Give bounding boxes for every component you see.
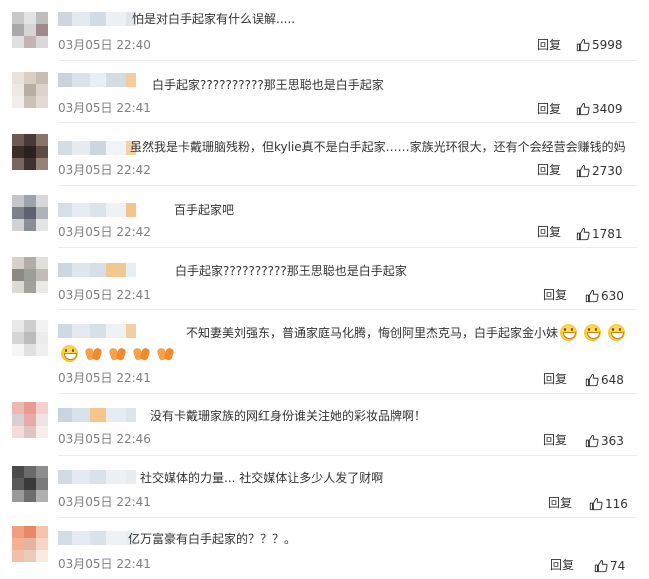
like-button[interactable]: 3409 [576, 102, 623, 116]
clap-emoji-icon [157, 345, 174, 362]
avatar[interactable] [12, 12, 48, 48]
comment-item: 怕是对白手起家有什么误解..... 03月05日 22:40 回复 5998 [0, 0, 649, 61]
smile-emoji-icon [608, 324, 625, 341]
like-button[interactable]: 5998 [576, 38, 623, 52]
like-count: 5998 [592, 38, 623, 52]
reply-button[interactable]: 回复 [543, 433, 567, 447]
thumbs-up-icon [576, 165, 590, 178]
like-button[interactable]: 648 [585, 373, 624, 387]
thumbs-up-icon [589, 498, 603, 511]
comment-item: 没有卡戴珊家族的网红身份谁关注她的彩妆品牌啊！ 03月05日 22:46 回复 … [0, 394, 649, 456]
reply-button[interactable]: 回复 [537, 38, 561, 52]
comment-text: 白手起家??????????那王思聪也是白手起家 [175, 264, 407, 278]
comment-text: 亿万富豪有白手起家的？？？。 [128, 532, 297, 546]
smile-emoji-icon [560, 324, 577, 341]
comment-text: 没有卡戴珊家族的网红身份谁关注她的彩妆品牌啊！ [150, 409, 427, 423]
comment-time: 03月05日 22:41 [58, 495, 151, 509]
reply-button[interactable]: 回复 [537, 225, 561, 239]
avatar[interactable] [12, 134, 48, 170]
reply-button[interactable]: 回复 [550, 558, 574, 572]
comment-item: 亿万富豪有白手起家的？？？。 03月05日 22:41 回复 74 [0, 518, 649, 579]
comment-text: 不知妻美刘强东，普通家庭马化腾，悔创阿里杰克马，白手起家金小妹 [186, 326, 559, 340]
avatar[interactable] [12, 320, 48, 356]
comment-time: 03月05日 22:42 [58, 163, 151, 177]
username[interactable] [58, 203, 136, 217]
like-button[interactable]: 74 [594, 559, 625, 573]
username[interactable] [58, 263, 136, 277]
smile-emoji-icon [584, 324, 601, 341]
like-button[interactable]: 2730 [576, 164, 623, 178]
like-button[interactable]: 116 [589, 497, 628, 511]
smile-emoji-icon [61, 345, 78, 362]
comment-item: 社交媒体的力量... 社交媒体让多少人发了财啊 03月05日 22:41 回复 … [0, 456, 649, 518]
clap-emoji-icon [109, 345, 126, 362]
like-count: 1781 [592, 227, 623, 241]
avatar[interactable] [12, 257, 48, 293]
reply-button[interactable]: 回复 [543, 288, 567, 302]
avatar[interactable] [12, 526, 48, 562]
reply-button[interactable]: 回复 [537, 102, 561, 116]
clap-emoji-icon [133, 345, 150, 362]
clap-emoji-icon [85, 345, 102, 362]
reply-button[interactable]: 回复 [537, 163, 561, 177]
reply-button[interactable]: 回复 [543, 372, 567, 386]
comment-text: 百手起家吧 [174, 203, 235, 217]
username[interactable] [58, 531, 136, 545]
comment-text: 白手起家??????????那王思聪也是白手起家 [152, 78, 384, 92]
comment-item: 白手起家??????????那王思聪也是白手起家 03月05日 22:41 回复… [0, 248, 649, 310]
comment-time: 03月05日 22:41 [58, 288, 151, 302]
thumbs-up-icon [585, 374, 599, 387]
like-count: 648 [601, 373, 624, 387]
comment-text: 社交媒体的力量... 社交媒体让多少人发了财啊 [140, 471, 384, 485]
comment-time: 03月05日 22:41 [58, 101, 151, 115]
comment-time: 03月05日 22:40 [58, 38, 151, 52]
username[interactable] [58, 141, 136, 155]
like-button[interactable]: 1781 [576, 227, 623, 241]
like-button[interactable]: 363 [585, 434, 624, 448]
like-count: 630 [601, 289, 624, 303]
comment-item: 虽然我是卡戴珊脑残粉，但kylie真不是白手起家……家族光环很大，还有个会经营会… [0, 123, 649, 186]
comment-text: 虽然我是卡戴珊脑残粉，但kylie真不是白手起家……家族光环很大，还有个会经营会… [130, 140, 626, 154]
thumbs-up-icon [576, 39, 590, 52]
like-count: 3409 [592, 102, 623, 116]
thumbs-up-icon [585, 290, 599, 303]
like-count: 74 [610, 559, 626, 573]
comment-item: 白手起家??????????那王思聪也是白手起家 03月05日 22:41 回复… [0, 61, 649, 123]
avatar[interactable] [12, 195, 48, 231]
comment-list: 怕是对白手起家有什么误解..... 03月05日 22:40 回复 5998 白… [0, 0, 649, 579]
comment-time: 03月05日 22:42 [58, 225, 151, 239]
like-count: 2730 [592, 164, 623, 178]
comment-time: 03月05日 22:41 [58, 371, 151, 385]
comment-time: 03月05日 22:41 [58, 557, 151, 571]
avatar[interactable] [12, 402, 48, 438]
like-count: 363 [601, 434, 624, 448]
comment-text: 怕是对白手起家有什么误解..... [132, 12, 296, 26]
thumbs-up-icon [594, 560, 608, 573]
thumbs-up-icon [585, 435, 599, 448]
username[interactable] [58, 73, 136, 87]
comment-item: 百手起家吧 03月05日 22:42 回复 1781 [0, 186, 649, 248]
emoji-tail [560, 324, 625, 341]
username[interactable] [58, 408, 136, 422]
like-count: 116 [605, 497, 628, 511]
username[interactable] [58, 324, 136, 338]
like-button[interactable]: 630 [585, 289, 624, 303]
comment-time: 03月05日 22:46 [58, 432, 151, 446]
reply-button[interactable]: 回复 [548, 496, 572, 510]
comment-item: 不知妻美刘强东，普通家庭马化腾，悔创阿里杰克马，白手起家金小妹 03月05日 2… [0, 310, 649, 394]
thumbs-up-icon [576, 228, 590, 241]
avatar[interactable] [12, 466, 48, 502]
username[interactable] [58, 470, 136, 484]
emoji-line [61, 345, 174, 362]
username[interactable] [58, 12, 136, 26]
thumbs-up-icon [576, 103, 590, 116]
avatar[interactable] [12, 72, 48, 108]
